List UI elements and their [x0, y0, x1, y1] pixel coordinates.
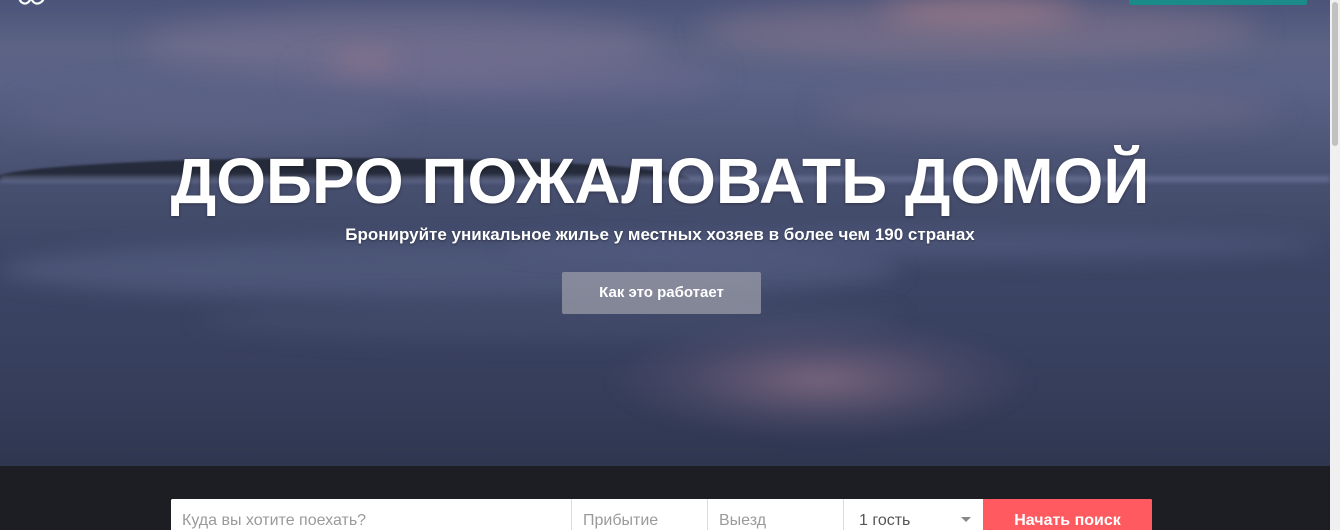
guests-select[interactable]: 1 гость: [844, 499, 983, 530]
destination-input[interactable]: [171, 499, 572, 530]
belo-icon: [18, 0, 45, 5]
search-bar: 1 гость Начать поиск: [171, 499, 1152, 530]
guests-value: 1 гость: [859, 512, 911, 529]
search-submit-button[interactable]: Начать поиск: [983, 499, 1152, 530]
how-it-works-button[interactable]: Как это работает: [562, 272, 761, 314]
hero-subtitle: Бронируйте уникальное жилье у местных хо…: [345, 225, 975, 244]
scrollbar-thumb[interactable]: [1332, 2, 1338, 146]
airbnb-logo-icon[interactable]: [14, 0, 50, 8]
sky-cloud: [330, 55, 400, 65]
sky-cloud: [20, 90, 400, 140]
chevron-down-icon: [961, 517, 971, 522]
sky-cloud: [820, 90, 1280, 130]
sunset-reflection: [610, 320, 1030, 440]
checkin-date-input[interactable]: [572, 499, 708, 530]
sky-cloud: [880, 0, 1080, 22]
page: ДОБРО ПОЖАЛОВАТЬ ДОМОЙ Бронируйте уникал…: [0, 0, 1340, 530]
hero-title: ДОБРО ПОЖАЛОВАТЬ ДОМОЙ: [170, 145, 1150, 217]
header-action-button[interactable]: [1129, 0, 1307, 5]
checkout-date-input[interactable]: [708, 499, 844, 530]
